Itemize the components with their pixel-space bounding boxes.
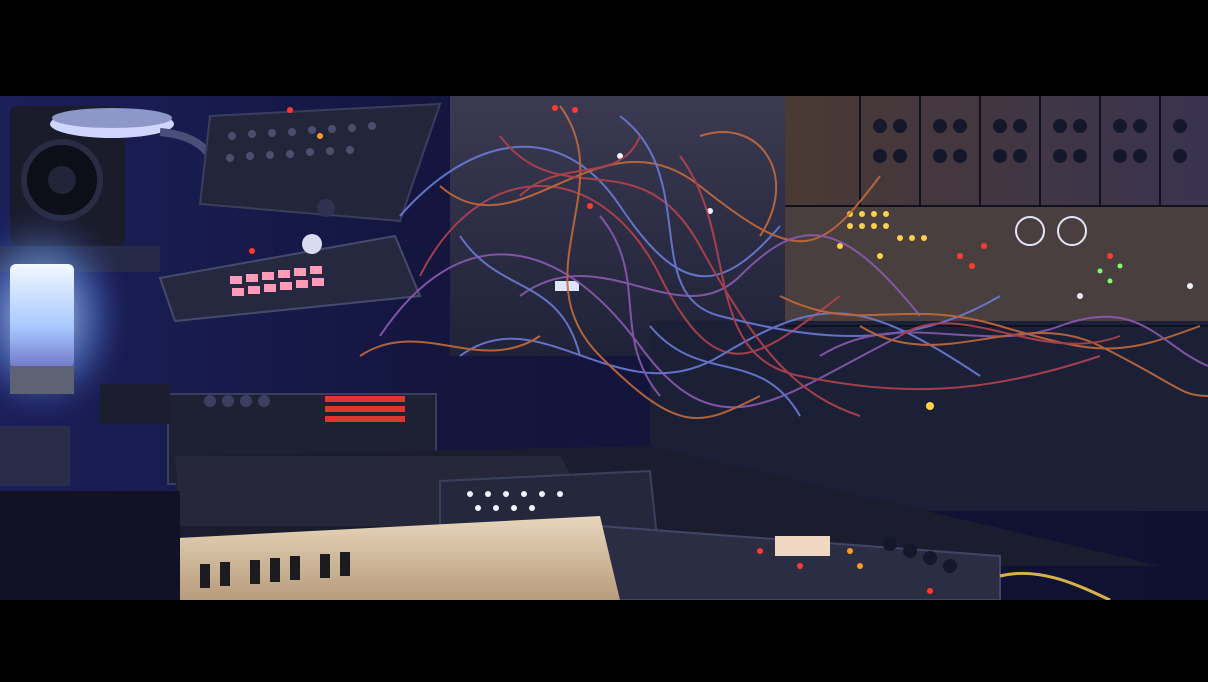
drum-machine-top <box>198 102 442 223</box>
video-frame <box>0 0 1208 682</box>
dark-foreground <box>0 491 180 600</box>
scene-illustration <box>0 96 1208 600</box>
letterbox-bottom <box>0 600 1208 682</box>
left-edge-equipment <box>0 426 70 486</box>
letterbox-top <box>0 0 1208 96</box>
photo-modular-synth-studio <box>0 96 1208 600</box>
